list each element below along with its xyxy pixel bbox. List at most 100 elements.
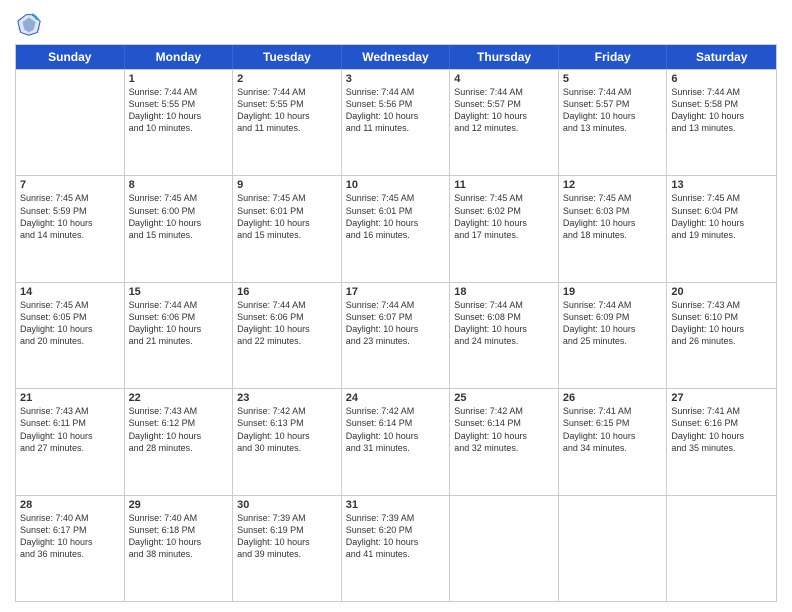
calendar-grid: SundayMondayTuesdayWednesdayThursdayFrid…: [15, 44, 777, 602]
day-number: 20: [671, 286, 772, 298]
cell-info: Sunrise: 7:44 AM Sunset: 6:09 PM Dayligh…: [563, 299, 663, 348]
cell-info: Sunrise: 7:44 AM Sunset: 5:55 PM Dayligh…: [129, 86, 229, 135]
day-number: 6: [671, 73, 772, 85]
header-day-tuesday: Tuesday: [233, 45, 342, 69]
day-cell-6: 6Sunrise: 7:44 AM Sunset: 5:58 PM Daylig…: [667, 70, 776, 175]
day-cell-17: 17Sunrise: 7:44 AM Sunset: 6:07 PM Dayli…: [342, 283, 451, 388]
day-number: 3: [346, 73, 446, 85]
day-cell-2: 2Sunrise: 7:44 AM Sunset: 5:55 PM Daylig…: [233, 70, 342, 175]
empty-cell: [559, 496, 668, 601]
day-cell-26: 26Sunrise: 7:41 AM Sunset: 6:15 PM Dayli…: [559, 389, 668, 494]
day-number: 11: [454, 179, 554, 191]
calendar-week-3: 21Sunrise: 7:43 AM Sunset: 6:11 PM Dayli…: [16, 388, 776, 494]
header-day-sunday: Sunday: [16, 45, 125, 69]
day-number: 8: [129, 179, 229, 191]
day-cell-16: 16Sunrise: 7:44 AM Sunset: 6:06 PM Dayli…: [233, 283, 342, 388]
day-cell-1: 1Sunrise: 7:44 AM Sunset: 5:55 PM Daylig…: [125, 70, 234, 175]
day-cell-25: 25Sunrise: 7:42 AM Sunset: 6:14 PM Dayli…: [450, 389, 559, 494]
calendar-week-2: 14Sunrise: 7:45 AM Sunset: 6:05 PM Dayli…: [16, 282, 776, 388]
day-cell-18: 18Sunrise: 7:44 AM Sunset: 6:08 PM Dayli…: [450, 283, 559, 388]
day-cell-10: 10Sunrise: 7:45 AM Sunset: 6:01 PM Dayli…: [342, 176, 451, 281]
day-cell-3: 3Sunrise: 7:44 AM Sunset: 5:56 PM Daylig…: [342, 70, 451, 175]
day-cell-19: 19Sunrise: 7:44 AM Sunset: 6:09 PM Dayli…: [559, 283, 668, 388]
cell-info: Sunrise: 7:42 AM Sunset: 6:14 PM Dayligh…: [454, 405, 554, 454]
header-day-thursday: Thursday: [450, 45, 559, 69]
day-number: 16: [237, 286, 337, 298]
empty-cell: [16, 70, 125, 175]
day-number: 14: [20, 286, 120, 298]
day-cell-7: 7Sunrise: 7:45 AM Sunset: 5:59 PM Daylig…: [16, 176, 125, 281]
cell-info: Sunrise: 7:45 AM Sunset: 6:03 PM Dayligh…: [563, 192, 663, 241]
day-number: 21: [20, 392, 120, 404]
calendar-header-row: SundayMondayTuesdayWednesdayThursdayFrid…: [16, 45, 776, 69]
cell-info: Sunrise: 7:44 AM Sunset: 5:57 PM Dayligh…: [454, 86, 554, 135]
day-number: 22: [129, 392, 229, 404]
day-number: 23: [237, 392, 337, 404]
day-number: 27: [671, 392, 772, 404]
day-cell-30: 30Sunrise: 7:39 AM Sunset: 6:19 PM Dayli…: [233, 496, 342, 601]
day-number: 12: [563, 179, 663, 191]
cell-info: Sunrise: 7:44 AM Sunset: 5:55 PM Dayligh…: [237, 86, 337, 135]
day-number: 30: [237, 499, 337, 511]
day-cell-4: 4Sunrise: 7:44 AM Sunset: 5:57 PM Daylig…: [450, 70, 559, 175]
cell-info: Sunrise: 7:44 AM Sunset: 5:58 PM Dayligh…: [671, 86, 772, 135]
day-cell-31: 31Sunrise: 7:39 AM Sunset: 6:20 PM Dayli…: [342, 496, 451, 601]
cell-info: Sunrise: 7:43 AM Sunset: 6:10 PM Dayligh…: [671, 299, 772, 348]
day-number: 9: [237, 179, 337, 191]
cell-info: Sunrise: 7:45 AM Sunset: 6:00 PM Dayligh…: [129, 192, 229, 241]
cell-info: Sunrise: 7:45 AM Sunset: 6:01 PM Dayligh…: [346, 192, 446, 241]
day-number: 19: [563, 286, 663, 298]
cell-info: Sunrise: 7:44 AM Sunset: 6:06 PM Dayligh…: [237, 299, 337, 348]
day-cell-14: 14Sunrise: 7:45 AM Sunset: 6:05 PM Dayli…: [16, 283, 125, 388]
cell-info: Sunrise: 7:40 AM Sunset: 6:17 PM Dayligh…: [20, 512, 120, 561]
header-day-wednesday: Wednesday: [342, 45, 451, 69]
day-cell-5: 5Sunrise: 7:44 AM Sunset: 5:57 PM Daylig…: [559, 70, 668, 175]
day-number: 24: [346, 392, 446, 404]
cell-info: Sunrise: 7:45 AM Sunset: 5:59 PM Dayligh…: [20, 192, 120, 241]
day-number: 17: [346, 286, 446, 298]
calendar-week-1: 7Sunrise: 7:45 AM Sunset: 5:59 PM Daylig…: [16, 175, 776, 281]
cell-info: Sunrise: 7:44 AM Sunset: 6:06 PM Dayligh…: [129, 299, 229, 348]
day-number: 18: [454, 286, 554, 298]
calendar-week-4: 28Sunrise: 7:40 AM Sunset: 6:17 PM Dayli…: [16, 495, 776, 601]
cell-info: Sunrise: 7:39 AM Sunset: 6:19 PM Dayligh…: [237, 512, 337, 561]
day-cell-20: 20Sunrise: 7:43 AM Sunset: 6:10 PM Dayli…: [667, 283, 776, 388]
day-number: 10: [346, 179, 446, 191]
cell-info: Sunrise: 7:41 AM Sunset: 6:16 PM Dayligh…: [671, 405, 772, 454]
day-number: 28: [20, 499, 120, 511]
day-cell-24: 24Sunrise: 7:42 AM Sunset: 6:14 PM Dayli…: [342, 389, 451, 494]
day-cell-8: 8Sunrise: 7:45 AM Sunset: 6:00 PM Daylig…: [125, 176, 234, 281]
cell-info: Sunrise: 7:42 AM Sunset: 6:14 PM Dayligh…: [346, 405, 446, 454]
cell-info: Sunrise: 7:44 AM Sunset: 6:07 PM Dayligh…: [346, 299, 446, 348]
day-cell-21: 21Sunrise: 7:43 AM Sunset: 6:11 PM Dayli…: [16, 389, 125, 494]
logo: [15, 10, 47, 38]
day-cell-23: 23Sunrise: 7:42 AM Sunset: 6:13 PM Dayli…: [233, 389, 342, 494]
day-number: 29: [129, 499, 229, 511]
cell-info: Sunrise: 7:45 AM Sunset: 6:05 PM Dayligh…: [20, 299, 120, 348]
cell-info: Sunrise: 7:45 AM Sunset: 6:04 PM Dayligh…: [671, 192, 772, 241]
day-number: 31: [346, 499, 446, 511]
cell-info: Sunrise: 7:44 AM Sunset: 5:57 PM Dayligh…: [563, 86, 663, 135]
cell-info: Sunrise: 7:44 AM Sunset: 6:08 PM Dayligh…: [454, 299, 554, 348]
header-day-monday: Monday: [125, 45, 234, 69]
day-cell-12: 12Sunrise: 7:45 AM Sunset: 6:03 PM Dayli…: [559, 176, 668, 281]
empty-cell: [667, 496, 776, 601]
day-cell-22: 22Sunrise: 7:43 AM Sunset: 6:12 PM Dayli…: [125, 389, 234, 494]
cell-info: Sunrise: 7:41 AM Sunset: 6:15 PM Dayligh…: [563, 405, 663, 454]
day-cell-9: 9Sunrise: 7:45 AM Sunset: 6:01 PM Daylig…: [233, 176, 342, 281]
header: [15, 10, 777, 38]
cell-info: Sunrise: 7:43 AM Sunset: 6:11 PM Dayligh…: [20, 405, 120, 454]
header-day-friday: Friday: [559, 45, 668, 69]
cell-info: Sunrise: 7:39 AM Sunset: 6:20 PM Dayligh…: [346, 512, 446, 561]
day-cell-15: 15Sunrise: 7:44 AM Sunset: 6:06 PM Dayli…: [125, 283, 234, 388]
cell-info: Sunrise: 7:45 AM Sunset: 6:02 PM Dayligh…: [454, 192, 554, 241]
empty-cell: [450, 496, 559, 601]
cell-info: Sunrise: 7:44 AM Sunset: 5:56 PM Dayligh…: [346, 86, 446, 135]
day-number: 13: [671, 179, 772, 191]
day-cell-29: 29Sunrise: 7:40 AM Sunset: 6:18 PM Dayli…: [125, 496, 234, 601]
day-number: 25: [454, 392, 554, 404]
day-number: 5: [563, 73, 663, 85]
day-number: 4: [454, 73, 554, 85]
day-number: 2: [237, 73, 337, 85]
day-number: 15: [129, 286, 229, 298]
